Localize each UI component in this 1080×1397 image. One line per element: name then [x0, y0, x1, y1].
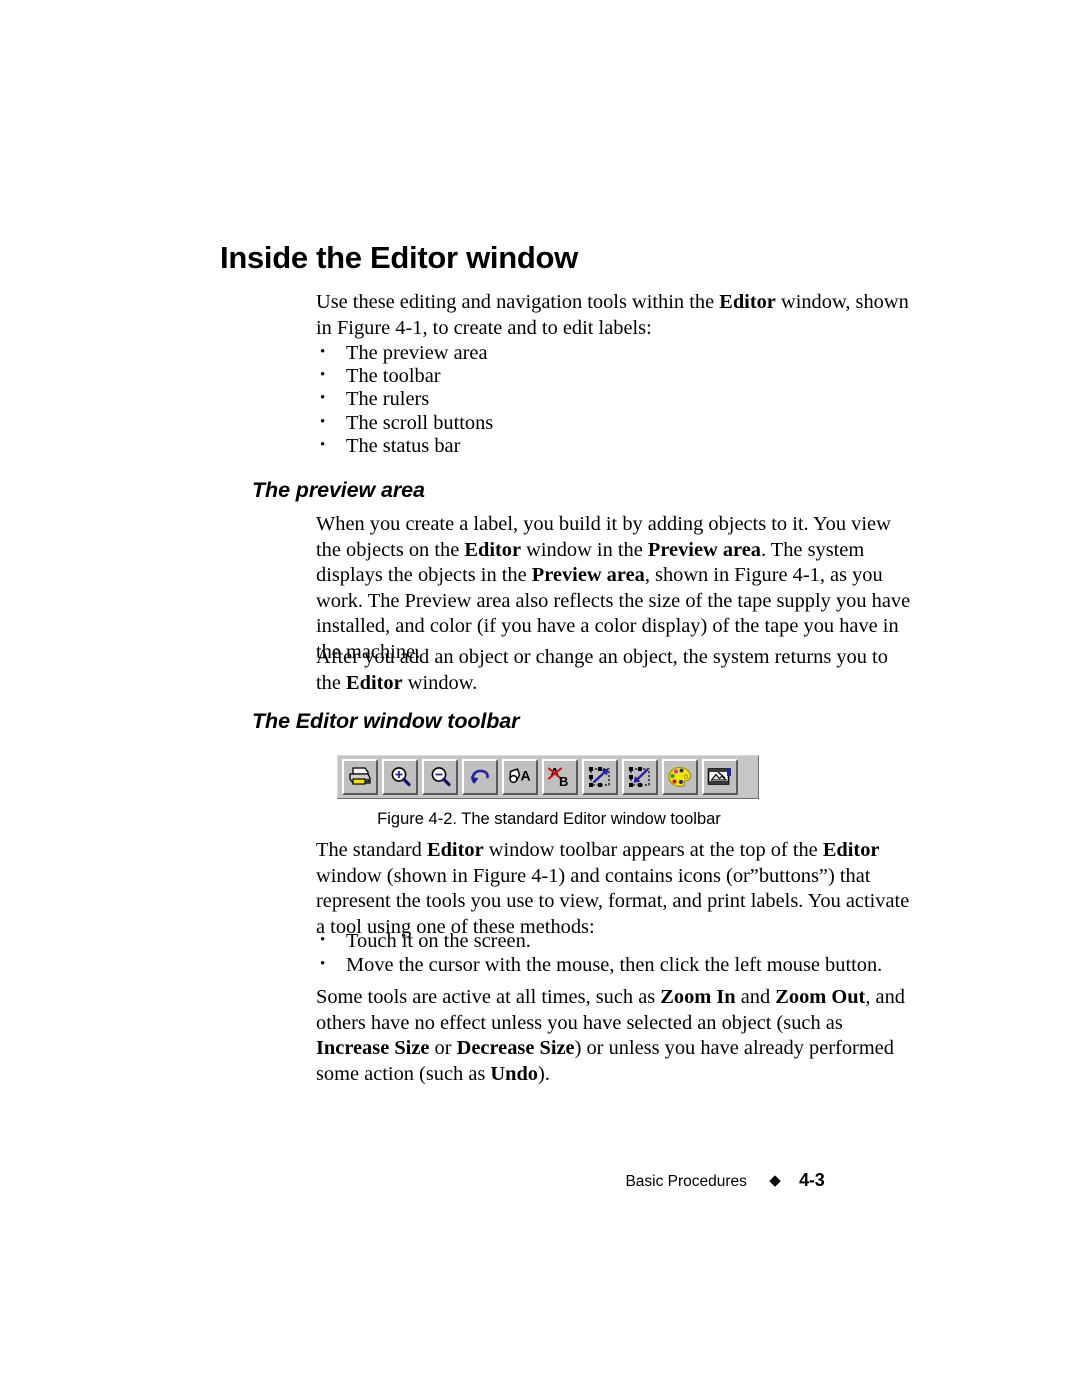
editor-parts-list: The preview area The toolbar The rulers … — [316, 341, 936, 458]
list-item: Touch it on the screen. — [316, 929, 936, 954]
list-item: The rulers — [316, 387, 936, 411]
decrease-size-icon — [629, 767, 650, 787]
tool-availability-text: Some tools are active at all times, such… — [316, 986, 905, 1085]
zoom-out-icon — [431, 767, 451, 787]
list-item: The toolbar — [316, 364, 936, 388]
print-icon — [349, 767, 371, 785]
intro-paragraph: Use these editing and navigation tools w… — [316, 290, 916, 341]
undo-icon — [470, 769, 489, 784]
preview-area-paragraph: When you create a label, you build it by… — [316, 512, 916, 666]
toolbar-description-text: The standard Editor window toolbar appea… — [316, 839, 910, 938]
increase-size-icon — [589, 767, 610, 787]
zoom-in-icon — [391, 767, 411, 787]
editor-toolbar-figure: A A B — [337, 755, 759, 799]
after-object-paragraph: After you add an object or change an obj… — [316, 645, 916, 696]
list-item: Move the cursor with the mouse, then cli… — [316, 953, 936, 978]
zoom-out-button[interactable] — [422, 759, 458, 795]
list-item: The scroll buttons — [316, 411, 936, 435]
decrease-size-button[interactable] — [622, 759, 658, 795]
add-text-icon: A — [509, 768, 531, 784]
document-page: Inside the Editor window Use these editi… — [0, 0, 1080, 1397]
toolbar-description-paragraph: The standard Editor window toolbar appea… — [316, 838, 916, 940]
footer-page-number: 4-3 — [799, 1170, 825, 1190]
footer-chapter-name: Basic Procedures — [625, 1173, 747, 1190]
color-palette-button[interactable] — [662, 759, 698, 795]
intro-paragraph-text: Use these editing and navigation tools w… — [316, 291, 909, 339]
add-text-object-button[interactable]: A — [502, 759, 538, 795]
svg-text:B: B — [559, 774, 568, 789]
editor-toolbar: A A B — [337, 755, 759, 799]
section-heading-editor-toolbar: The Editor window toolbar — [252, 709, 520, 733]
page-title: Inside the Editor window — [220, 240, 578, 275]
list-item: The preview area — [316, 341, 936, 365]
activation-methods-list: Touch it on the screen. Move the cursor … — [316, 929, 936, 978]
replace-text-icon: A B — [547, 765, 568, 789]
preview-area-paragraph-text: When you create a label, you build it by… — [316, 513, 911, 663]
graphic-icon — [707, 768, 731, 785]
page-footer: Basic Procedures ◆ 4-3 — [0, 1170, 1080, 1191]
undo-button[interactable] — [462, 759, 498, 795]
section-heading-preview-area: The preview area — [252, 478, 425, 502]
graphic-button[interactable] — [702, 759, 738, 795]
zoom-in-button[interactable] — [382, 759, 418, 795]
list-item: The status bar — [316, 434, 936, 458]
print-button[interactable] — [342, 759, 378, 795]
increase-size-button[interactable] — [582, 759, 618, 795]
replace-text-button[interactable]: A B — [542, 759, 578, 795]
tool-availability-paragraph: Some tools are active at all times, such… — [316, 985, 916, 1087]
diamond-icon: ◆ — [769, 1172, 781, 1189]
color-palette-icon — [668, 766, 692, 787]
svg-text:A: A — [521, 768, 531, 784]
figure-caption: Figure 4-2. The standard Editor window t… — [377, 810, 721, 828]
after-object-paragraph-text: After you add an object or change an obj… — [316, 646, 888, 694]
